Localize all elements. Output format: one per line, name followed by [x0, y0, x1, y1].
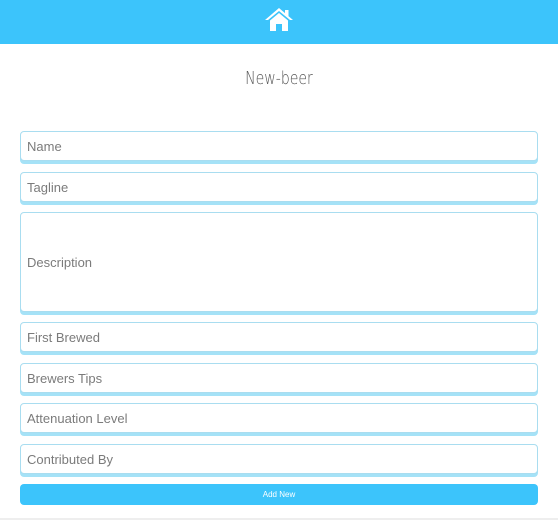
name-input[interactable] — [20, 131, 538, 161]
brewers-tips-input[interactable] — [20, 363, 538, 393]
top-nav-bar — [0, 0, 558, 44]
page-title: New-beer — [245, 68, 313, 89]
contributed-by-input[interactable] — [20, 444, 538, 474]
add-new-button[interactable]: Add New — [20, 484, 538, 505]
tagline-input[interactable] — [20, 172, 538, 202]
first-brewed-input[interactable] — [20, 322, 538, 352]
description-textarea[interactable] — [20, 212, 538, 312]
divider — [0, 518, 558, 520]
home-link[interactable] — [264, 7, 294, 33]
home-icon — [265, 8, 293, 31]
attenuation-level-input[interactable] — [20, 403, 538, 433]
